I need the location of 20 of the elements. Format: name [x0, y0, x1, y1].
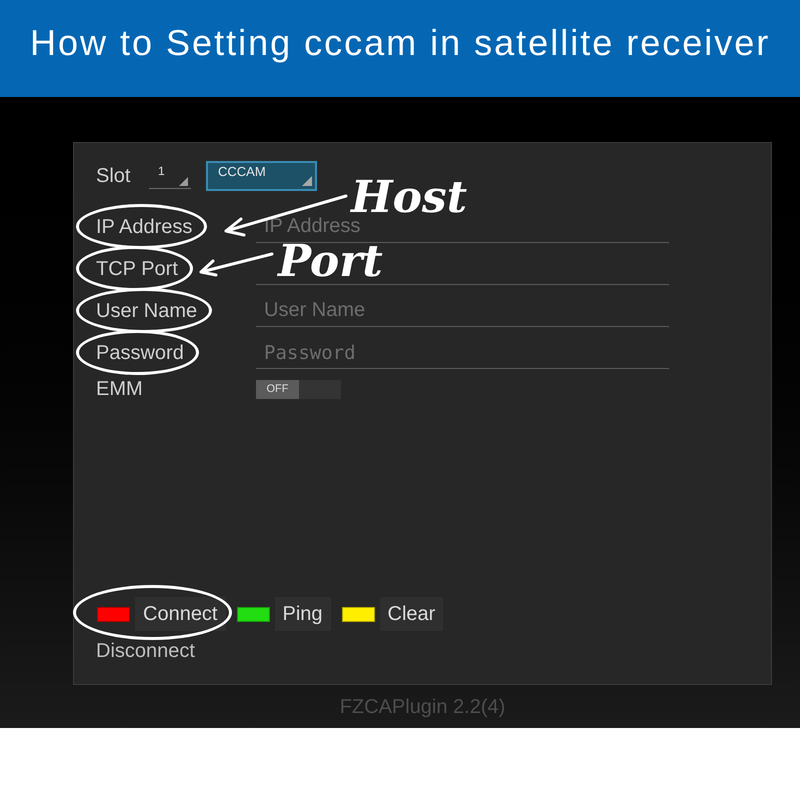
action-button[interactable]: Ping: [274, 597, 331, 631]
field-label: Password: [96, 341, 184, 365]
banner-title: How to Setting cccam in satellite receiver: [30, 24, 770, 60]
field-label: User Name: [96, 299, 198, 323]
slot-spinner[interactable]: 1: [149, 163, 191, 189]
field-label: Slot: [96, 164, 132, 188]
dropdown-triangle-icon: [302, 176, 312, 186]
field-label: IP Address: [96, 215, 192, 239]
field-label: TCP Port: [96, 257, 178, 281]
toggle-switch[interactable]: OFF: [256, 380, 341, 398]
action-button[interactable]: Clear: [380, 597, 444, 631]
annotation-text: Port: [278, 240, 383, 284]
action-button[interactable]: Connect: [135, 597, 226, 631]
password-field[interactable]: Password: [256, 337, 669, 369]
field-label: EMM: [96, 377, 143, 401]
dropdown-triangle-icon: [179, 177, 188, 186]
text-field[interactable]: User Name: [256, 295, 669, 327]
connection-status: Disconnect: [96, 639, 195, 663]
toggle-knob: OFF: [256, 380, 299, 398]
protocol-dropdown[interactable]: CCCAM: [206, 161, 317, 191]
